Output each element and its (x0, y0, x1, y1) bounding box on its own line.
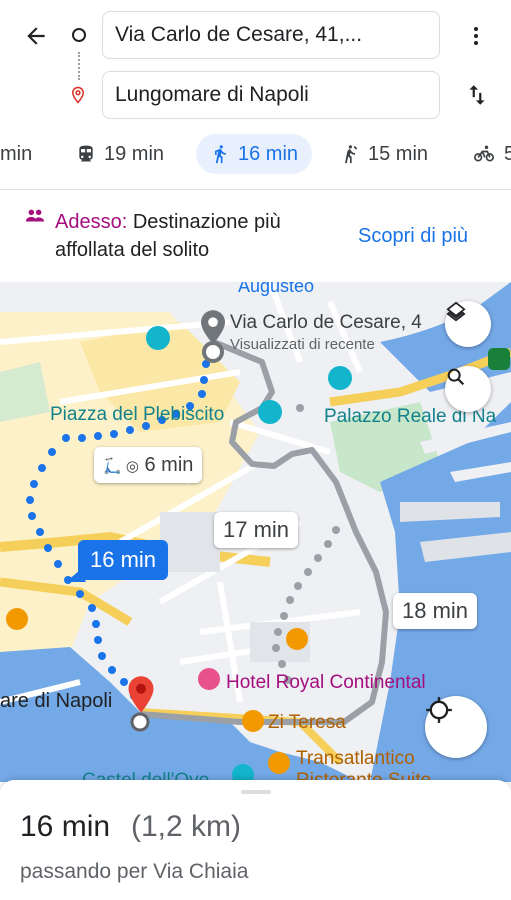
scooter-time-bubble[interactable]: 🛴 ◎ 6 min (94, 447, 203, 483)
directions-header: Via Carlo de Cesare, 41,... Lungomare di… (0, 0, 511, 190)
swap-button[interactable] (460, 78, 494, 112)
mode-label: 19 min (104, 142, 165, 165)
alt-route-bubble[interactable]: 17 min (214, 512, 299, 548)
people-icon (25, 209, 45, 222)
transit-station-icon[interactable] (488, 348, 510, 370)
map-label-origin-sub: Visualizzati di recente (230, 336, 375, 353)
origin-dot-icon (72, 28, 86, 42)
map-label-hotel: Hotel Royal Continental (226, 672, 426, 693)
bike-icon (474, 145, 494, 162)
map-label-destination: are di Napoli (0, 690, 113, 712)
sheet-drag-handle[interactable] (241, 790, 271, 794)
route-duration: 16 min (20, 810, 111, 843)
route-summary-sheet[interactable]: 16 min (1,2 km) passando per Via Chiaia (0, 780, 511, 900)
transit-icon (79, 145, 93, 162)
tab-ride-hailing[interactable]: 15 min (340, 134, 428, 174)
map-label-zi-teresa: Zi Teresa (268, 712, 346, 733)
restaurant-poi-icon[interactable] (242, 710, 264, 732)
route-via: passando per Via Chiaia (20, 860, 249, 883)
camera-poi-icon[interactable] (146, 326, 170, 350)
layers-button[interactable] (445, 301, 491, 347)
more-options-button[interactable] (460, 20, 492, 52)
destination-pin-icon (71, 86, 85, 104)
walk-icon (215, 145, 226, 164)
back-button[interactable] (18, 20, 54, 52)
alt-route-bubble[interactable]: 18 min (393, 593, 478, 629)
map-label-augusteo: Augusteo (238, 282, 315, 296)
mode-label: 16 min (238, 142, 299, 165)
crowd-banner-text: Adesso: Destinazione più affollata del s… (55, 208, 345, 264)
origin-pin-icon[interactable] (198, 309, 228, 345)
crowd-banner: Adesso: Destinazione più affollata del s… (0, 190, 511, 282)
map-label-origin-name: Via Carlo de Cesare, 4 (230, 312, 422, 333)
destination-marker-icon[interactable] (126, 675, 156, 715)
tab-walk[interactable]: 16 min (196, 134, 313, 174)
search-icon (447, 368, 465, 386)
mode-label: 15 min (368, 142, 429, 165)
origin-input[interactable]: Via Carlo de Cesare, 41,... (102, 11, 440, 59)
tab-bike[interactable]: 5 (472, 134, 511, 174)
restaurant-poi-icon[interactable] (268, 752, 290, 774)
crowd-banner-highlight: Adesso: (55, 211, 128, 233)
travel-mode-tabs: min 19 min 16 min 15 min 5 (0, 128, 511, 182)
more-vert-icon (474, 27, 478, 45)
my-location-button[interactable] (425, 696, 487, 758)
route-distance: (1,2 km) (131, 810, 242, 843)
scooter-icon: 🛴 ◎ (103, 458, 139, 475)
tab-car[interactable]: min (0, 134, 32, 174)
camera-poi-icon[interactable] (258, 400, 282, 424)
selected-route-bubble[interactable]: 16 min (78, 540, 169, 580)
hotel-poi-icon[interactable] (198, 668, 220, 690)
ride-hailing-icon (345, 145, 358, 164)
museum-poi-icon[interactable] (328, 366, 352, 390)
map-label-plebiscito: Piazza del Plebiscito (50, 404, 225, 425)
back-arrow-icon (27, 27, 45, 45)
restaurant-poi-icon[interactable] (286, 628, 308, 650)
my-location-icon (426, 697, 452, 723)
map-label-transatlantico: Transatlantico (296, 748, 415, 769)
scooter-time: 6 min (144, 454, 194, 476)
layers-icon (446, 301, 466, 322)
destination-input[interactable]: Lungomare di Napoli (102, 71, 440, 119)
search-along-route-button[interactable] (445, 366, 491, 412)
route-connector-dots (78, 52, 82, 80)
map-view[interactable]: Augusteo Via Carlo de Cesare, 4 Visualiz… (0, 282, 511, 782)
swap-vert-icon (469, 85, 485, 105)
mode-label: 5 (504, 142, 511, 165)
restaurant-poi-icon[interactable] (6, 608, 28, 630)
mode-label: min (0, 142, 33, 165)
tab-transit[interactable]: 19 min (76, 134, 164, 174)
learn-more-link[interactable]: Scopri di più (358, 225, 468, 248)
